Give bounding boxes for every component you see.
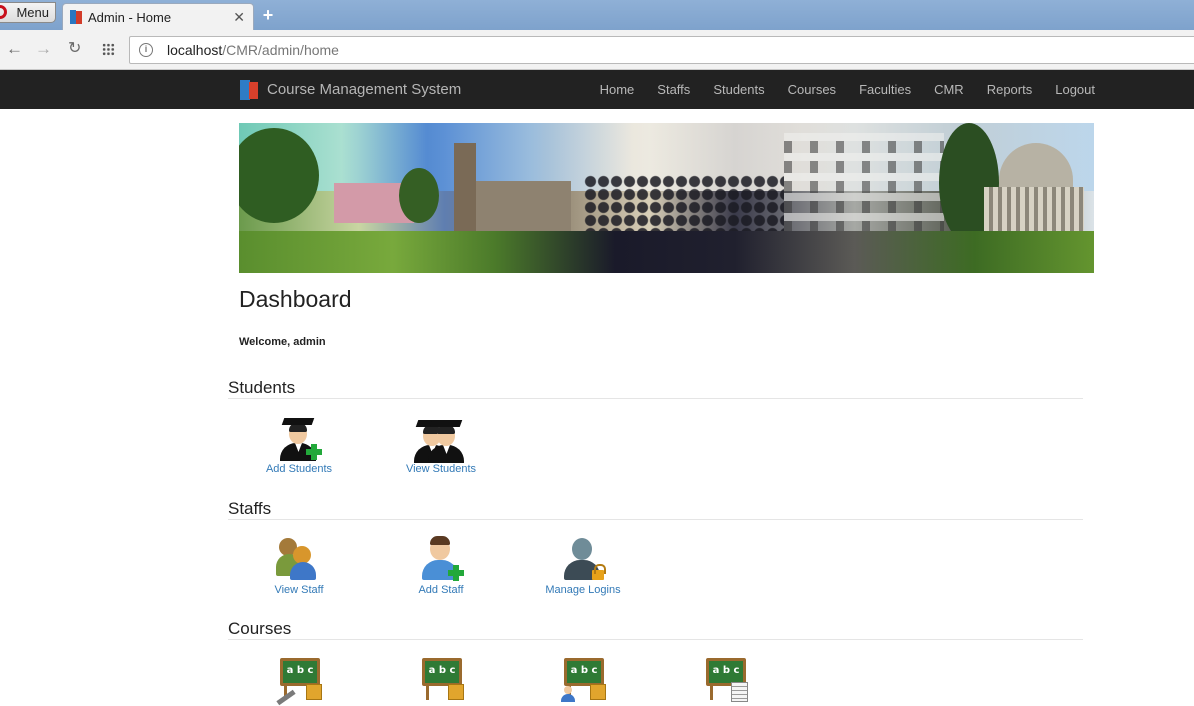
view-students-link[interactable]: View Students (386, 463, 496, 475)
nav-link-logout[interactable]: Logout (1055, 82, 1095, 97)
manage-logins-link[interactable]: Manage Logins (528, 584, 638, 596)
browser-tab-active[interactable]: Admin - Home ✕ (62, 3, 254, 30)
course-tile[interactable]: a b c (386, 656, 496, 702)
browser-toolbar: ← → ↻ i localhost/CMR/admin/home (0, 30, 1194, 70)
manage-logins-tile[interactable]: Manage Logins (528, 536, 638, 596)
add-staff-icon[interactable] (418, 536, 464, 582)
add-students-tile[interactable]: Add Students (244, 415, 354, 475)
apps-grid-icon[interactable] (102, 43, 115, 56)
browser-tab-title: Admin - Home (88, 9, 172, 25)
welcome-message: Welcome, admin (239, 336, 326, 348)
add-staff-link[interactable]: Add Staff (386, 584, 496, 596)
browser-menu-button[interactable]: Menu (0, 2, 56, 23)
view-staff-tile[interactable]: View Staff (244, 536, 354, 596)
address-bar[interactable]: i localhost/CMR/admin/home (129, 36, 1194, 64)
browser-tabstrip: Menu Admin - Home ✕ + (0, 0, 1194, 30)
course-user-icon[interactable]: a b c (560, 656, 606, 702)
nav-link-staffs[interactable]: Staffs (657, 82, 690, 97)
nav-link-students[interactable]: Students (713, 82, 764, 97)
page-title: Dashboard (239, 286, 352, 312)
url-path: /CMR/admin/home (222, 42, 339, 58)
browser-menu-label: Menu (16, 5, 49, 20)
add-students-link[interactable]: Add Students (244, 463, 354, 475)
forward-arrow-icon[interactable]: → (35, 39, 52, 59)
brand-link[interactable]: Course Management System (240, 79, 461, 100)
site-navbar: Course Management System Home Staffs Stu… (0, 70, 1194, 109)
reload-icon[interactable]: ↻ (68, 39, 81, 59)
add-student-icon[interactable] (276, 415, 322, 461)
site-favicon-icon (70, 10, 82, 24)
url-host: localhost (167, 42, 223, 58)
book-logo-icon (240, 79, 259, 100)
section-heading-staffs: Staffs (228, 499, 272, 518)
course-report-icon[interactable]: a b c (702, 656, 748, 702)
back-arrow-icon[interactable]: ← (6, 39, 23, 59)
nav-link-home[interactable]: Home (600, 82, 635, 97)
view-students-tile[interactable]: View Students (386, 415, 496, 475)
brand-text: Course Management System (267, 81, 462, 98)
course-tile[interactable]: a b c (244, 656, 354, 706)
nav-link-reports[interactable]: Reports (987, 82, 1033, 97)
course-tile[interactable]: a b c (528, 656, 638, 702)
nav-links: Home Staffs Students Courses Faculties C… (577, 70, 1095, 109)
course-tile[interactable]: a b c (670, 656, 780, 702)
nav-link-courses[interactable]: Courses (788, 82, 836, 97)
students-group-icon[interactable] (414, 415, 464, 463)
opera-logo-icon (0, 5, 7, 19)
section-divider (228, 398, 1083, 399)
close-icon[interactable]: ✕ (233, 9, 245, 26)
add-staff-tile[interactable]: Add Staff (386, 536, 496, 596)
campus-banner-image (239, 123, 1094, 273)
section-heading-courses: Courses (228, 619, 292, 638)
site-info-icon[interactable]: i (139, 43, 153, 57)
section-heading-students: Students (228, 378, 296, 397)
section-divider (228, 519, 1083, 520)
nav-link-faculties[interactable]: Faculties (859, 82, 911, 97)
view-staff-link[interactable]: View Staff (244, 584, 354, 596)
course-box-icon[interactable]: a b c (418, 656, 464, 702)
nav-link-cmr[interactable]: CMR (934, 82, 964, 97)
course-tools-icon[interactable]: a b c (276, 656, 322, 706)
staff-lock-icon[interactable] (560, 536, 606, 582)
staff-group-icon[interactable] (276, 536, 322, 582)
section-divider (228, 639, 1083, 640)
new-tab-button[interactable]: + (258, 6, 278, 24)
